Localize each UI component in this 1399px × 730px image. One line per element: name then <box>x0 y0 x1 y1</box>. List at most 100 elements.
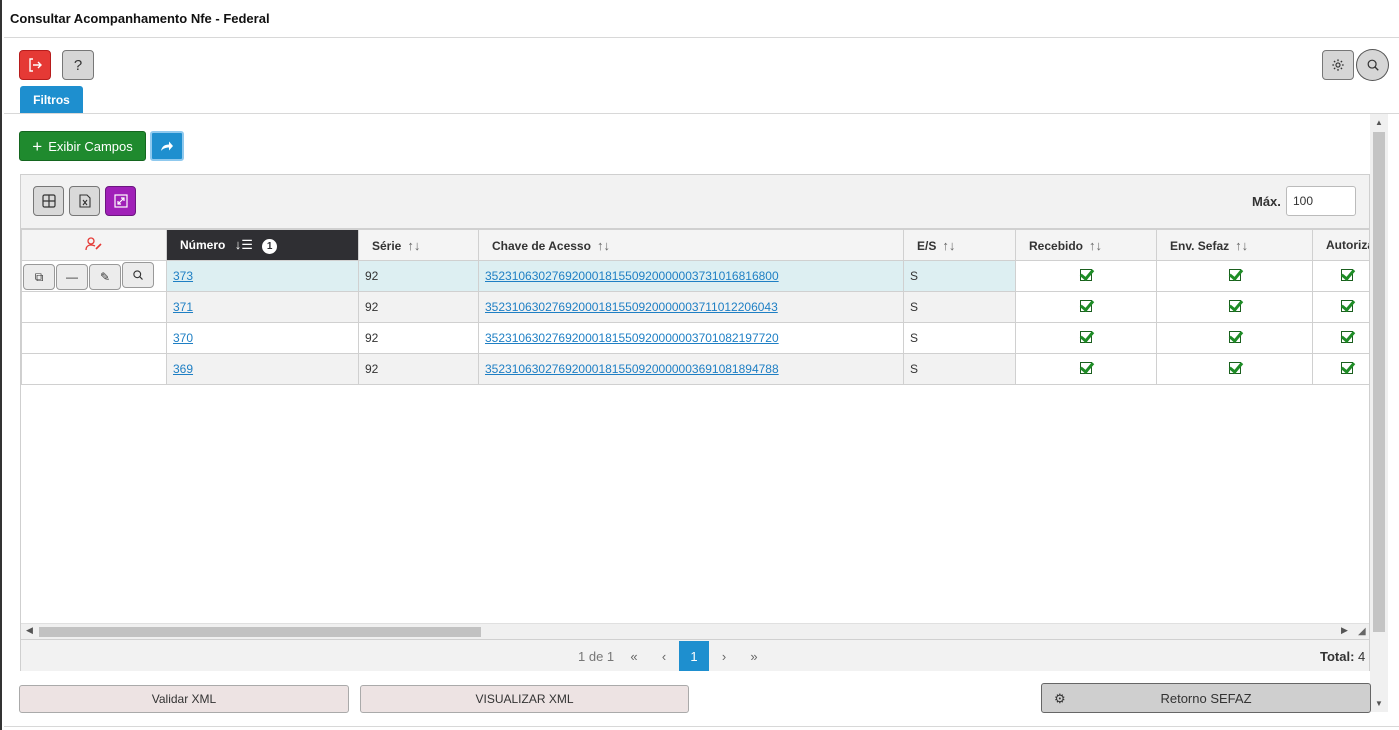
grid-toolbar: Máx. <box>21 175 1369 229</box>
column-header-env-sefaz[interactable]: Env. Sefaz ↑↓ <box>1156 229 1313 261</box>
settings-button[interactable] <box>1322 50 1354 80</box>
table-row[interactable]: ⧉ — ✎ 373 92 35231063027692000181550920000… <box>21 260 1369 292</box>
first-page-icon[interactable]: « <box>619 641 649 671</box>
row-actions-empty <box>21 322 167 354</box>
column-header-es[interactable]: E/S ↑↓ <box>903 229 1016 261</box>
cell-chave[interactable]: 3523106302769200018155092000000370108219… <box>478 322 904 354</box>
row-actions-empty <box>21 291 167 323</box>
cell-autoriza <box>1312 322 1369 354</box>
sort-icon: ↑↓ <box>596 237 610 253</box>
checkmark-icon <box>1341 269 1353 281</box>
gear-icon <box>1332 59 1344 71</box>
chave-link[interactable]: 3523106302769200018155092000000369108189… <box>485 362 779 376</box>
cell-autoriza <box>1312 291 1369 323</box>
user-filter-header[interactable] <box>21 229 167 261</box>
numero-link[interactable]: 371 <box>173 300 193 314</box>
numero-link[interactable]: 369 <box>173 362 193 376</box>
cell-es: S <box>903 353 1016 385</box>
scroll-up-icon[interactable]: ▲ <box>1375 118 1383 127</box>
table-row[interactable]: 370 92 352310630276920001815509200000037… <box>21 322 1369 354</box>
cell-env-sefaz <box>1156 322 1313 354</box>
view-button[interactable] <box>122 261 154 288</box>
checkmark-icon <box>1228 300 1241 312</box>
column-header-recebido[interactable]: Recebido ↑↓ <box>1015 229 1157 261</box>
search-icon <box>133 270 143 280</box>
column-header-chave[interactable]: Chave de Acesso ↑↓ <box>478 229 904 261</box>
columns-button[interactable] <box>33 186 64 216</box>
table-header-row: Número ↓☰ 1 Série ↑↓ Chave de Acesso ↑↓ E/… <box>21 229 1369 261</box>
share-button[interactable] <box>150 131 184 161</box>
total-count: Total: 4 <box>1320 649 1365 664</box>
cell-env-sefaz <box>1156 353 1313 385</box>
tab-filtros[interactable]: Filtros <box>20 86 83 113</box>
copy-button[interactable]: ⧉ <box>23 264 55 291</box>
table-row[interactable]: 371 92 352310630276920001815509200000037… <box>21 291 1369 323</box>
edit-button[interactable]: ✎ <box>89 263 121 290</box>
page-info: 1 de 1 <box>578 649 615 664</box>
max-input[interactable] <box>1286 186 1356 216</box>
next-page-icon[interactable]: › <box>709 641 739 671</box>
column-header-numero[interactable]: Número ↓☰ 1 <box>166 229 359 261</box>
cell-numero[interactable]: 370 <box>166 322 359 354</box>
exit-icon <box>29 58 42 72</box>
scrollbar-thumb[interactable] <box>39 627 481 637</box>
scroll-left-icon[interactable]: ◀ <box>26 625 33 636</box>
cell-numero[interactable]: 369 <box>166 353 359 385</box>
resize-grip-icon[interactable]: ◢ <box>1358 626 1366 637</box>
cell-chave[interactable]: 3523106302769200018155092000000369108189… <box>478 353 904 385</box>
validar-xml-button[interactable]: Validar XML <box>19 685 349 713</box>
column-header-autoriza[interactable]: Autoriza <box>1312 229 1369 261</box>
cell-env-sefaz <box>1156 260 1313 292</box>
chave-link[interactable]: 3523106302769200018155092000000370108219… <box>485 331 779 345</box>
search-button[interactable] <box>1356 49 1389 81</box>
search-icon <box>1367 59 1379 71</box>
exit-button[interactable] <box>19 50 51 80</box>
column-label: E/S <box>917 238 937 253</box>
cell-chave[interactable]: 3523106302769200018155092000000373101681… <box>478 260 904 292</box>
checkmark-icon <box>1080 362 1092 374</box>
scroll-right-icon[interactable]: ▶ <box>1341 625 1348 636</box>
excel-file-icon <box>78 194 91 208</box>
cell-numero[interactable]: 371 <box>166 291 359 323</box>
row-actions: ⧉ — ✎ <box>21 260 167 292</box>
sort-order-badge: 1 <box>262 238 278 254</box>
chave-link[interactable]: 3523106302769200018155092000000371101220… <box>485 300 778 314</box>
chave-link[interactable]: 3523106302769200018155092000000373101681… <box>485 269 779 283</box>
checkmark-icon <box>1080 269 1092 281</box>
retorno-sefaz-label: Retorno SEFAZ <box>1160 690 1252 706</box>
numero-link[interactable]: 373 <box>173 269 193 283</box>
exibir-campos-label: Exibir Campos <box>48 138 133 154</box>
cell-serie: 92 <box>358 322 479 354</box>
max-label: Máx. <box>1252 194 1281 209</box>
visualizar-xml-button[interactable]: VISUALIZAR XML <box>360 685 689 713</box>
scrollbar-thumb[interactable] <box>1373 132 1385 632</box>
vertical-scrollbar[interactable]: ▲ ▼ <box>1370 114 1388 712</box>
retorno-sefaz-button[interactable]: ⚙ Retorno SEFAZ <box>1041 683 1371 713</box>
sort-desc-icon: ↓☰ <box>234 236 253 252</box>
current-page[interactable]: 1 <box>679 641 709 671</box>
last-page-icon[interactable]: » <box>739 641 769 671</box>
remove-button[interactable]: — <box>56 263 88 290</box>
exibir-campos-button[interactable]: + Exibir Campos <box>19 131 146 161</box>
export-excel-button[interactable] <box>69 186 100 216</box>
sort-icon: ↑↓ <box>1089 237 1103 253</box>
cell-es: S <box>903 260 1016 292</box>
scroll-down-icon[interactable]: ▼ <box>1375 699 1383 708</box>
sort-icon: ↑↓ <box>1235 237 1249 253</box>
app-window: Consultar Acompanhamento Nfe - Federal ?… <box>0 0 1399 730</box>
total-value: 4 <box>1358 649 1366 664</box>
horizontal-scrollbar[interactable]: ◀ ▶ <box>21 623 1369 639</box>
checkmark-icon <box>1228 362 1241 374</box>
cell-chave[interactable]: 3523106302769200018155092000000371101220… <box>478 291 904 323</box>
checkmark-icon <box>1080 331 1092 343</box>
table-row[interactable]: 369 92 352310630276920001815509200000036… <box>21 353 1369 385</box>
cell-numero[interactable]: 373 <box>166 260 359 292</box>
numero-link[interactable]: 370 <box>173 331 193 345</box>
checkmark-icon <box>1341 300 1353 312</box>
column-header-serie[interactable]: Série ↑↓ <box>358 229 479 261</box>
help-button[interactable]: ? <box>62 50 94 80</box>
sort-icon: ↑↓ <box>407 237 421 253</box>
prev-page-icon[interactable]: ‹ <box>649 641 679 671</box>
expand-button[interactable] <box>105 186 136 216</box>
user-edit-icon <box>85 236 102 250</box>
